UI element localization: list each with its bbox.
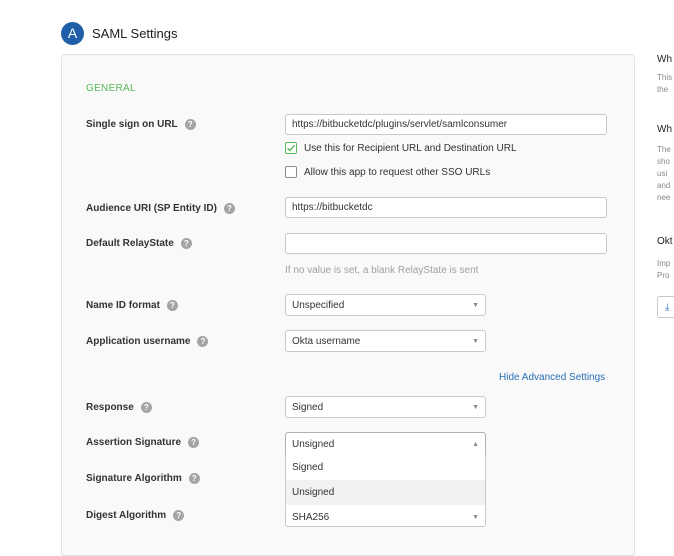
assertion-signature-dropdown: Signed Unsigned: [285, 455, 486, 510]
chevron-down-icon: ▼: [472, 514, 479, 521]
sso-url-label: Single sign on URL ?: [86, 119, 196, 130]
page-title: SAML Settings: [92, 25, 178, 41]
sidebar-text: and: [657, 181, 671, 190]
sidebar-text: Pro: [657, 271, 670, 280]
sidebar-text: Imp: [657, 259, 671, 268]
name-id-format-label: Name ID format ?: [86, 300, 178, 311]
audience-uri-input[interactable]: https://bitbucketdc: [285, 197, 607, 218]
sidebar-heading: Wh: [657, 54, 672, 65]
dropdown-option-unsigned[interactable]: Unsigned: [286, 480, 485, 505]
relay-state-hint: If no value is set, a blank RelayState i…: [285, 265, 479, 276]
assertion-signature-select[interactable]: Unsigned ▲: [285, 432, 486, 456]
response-select[interactable]: Signed ▼: [285, 396, 486, 418]
help-sidebar: Wh This the Wh The sho usi and nee Okt I…: [657, 54, 674, 354]
step-badge: A: [61, 21, 84, 45]
sidebar-text: the: [657, 85, 669, 94]
help-icon[interactable]: ?: [166, 300, 178, 311]
section-title: GENERAL: [86, 83, 136, 94]
relay-state-input[interactable]: [285, 233, 607, 254]
response-label: Response ?: [86, 402, 152, 413]
digest-algorithm-select[interactable]: SHA256 ▼: [285, 509, 486, 527]
download-button[interactable]: ⤓: [657, 296, 674, 318]
recipient-url-checkbox-row[interactable]: Use this for Recipient URL and Destinati…: [285, 142, 517, 154]
chevron-up-icon: ▲: [472, 440, 479, 448]
chevron-down-icon: ▼: [472, 337, 479, 345]
help-icon[interactable]: ?: [197, 336, 209, 347]
help-icon[interactable]: ?: [223, 203, 235, 214]
sidebar-text: sho: [657, 157, 670, 166]
sidebar-heading: Okt: [657, 236, 673, 247]
sidebar-text: This: [657, 73, 673, 82]
chevron-down-icon: ▼: [472, 301, 479, 309]
help-icon[interactable]: ?: [173, 510, 185, 521]
digest-algorithm-label: Digest Algorithm ?: [86, 510, 185, 521]
signature-algorithm-label: Signature Algorithm ?: [86, 473, 200, 484]
audience-uri-label: Audience URI (SP Entity ID) ?: [86, 203, 235, 214]
dropdown-option-signed[interactable]: Signed: [286, 455, 485, 480]
chevron-down-icon: ▼: [472, 403, 479, 411]
help-icon[interactable]: ?: [184, 119, 196, 130]
other-sso-checkbox-row[interactable]: Allow this app to request other SSO URLs: [285, 166, 490, 178]
hide-advanced-settings-link[interactable]: Hide Advanced Settings: [499, 372, 605, 383]
recipient-url-checkbox[interactable]: [285, 142, 297, 154]
download-icon: ⤓: [665, 301, 670, 313]
help-icon[interactable]: ?: [140, 402, 152, 413]
app-username-select[interactable]: Okta username ▼: [285, 330, 486, 352]
name-id-format-select[interactable]: Unspecified ▼: [285, 294, 486, 316]
sidebar-text: nee: [657, 193, 671, 202]
sidebar-text: The: [657, 145, 671, 154]
app-username-label: Application username ?: [86, 336, 209, 347]
help-icon[interactable]: ?: [180, 238, 192, 249]
assertion-signature-label: Assertion Signature ?: [86, 437, 200, 448]
sidebar-heading: Wh: [657, 124, 672, 135]
checkmark-icon: [287, 144, 296, 152]
sso-url-input[interactable]: https://bitbucketdc/plugins/servlet/saml…: [285, 114, 607, 135]
page-header: A SAML Settings: [61, 21, 178, 45]
other-sso-checkbox[interactable]: [285, 166, 297, 178]
sidebar-text: usi: [657, 169, 668, 178]
help-icon[interactable]: ?: [188, 437, 200, 448]
relay-state-label: Default RelayState ?: [86, 238, 192, 249]
help-icon[interactable]: ?: [188, 473, 200, 484]
